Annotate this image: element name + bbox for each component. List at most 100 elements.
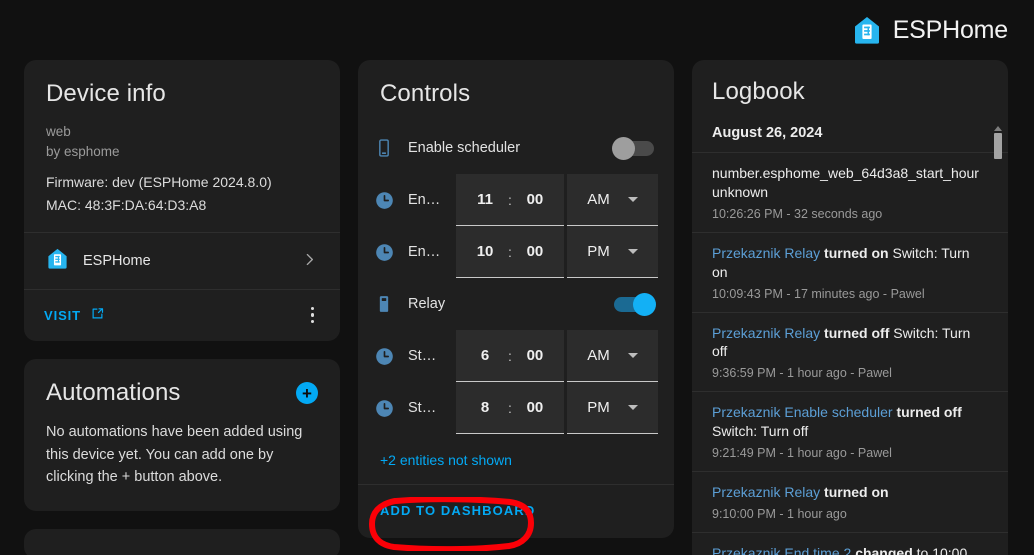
device-info-actions: VISIT xyxy=(24,290,340,342)
time-separator: : xyxy=(508,399,512,416)
clock-icon xyxy=(374,346,408,367)
dashboard-columns: Device info web by esphome Firmware: dev… xyxy=(0,60,1034,555)
time-input-group: 10 : 00 PM xyxy=(456,226,658,278)
time-input-group: 6 : 00 AM xyxy=(456,330,658,382)
logbook-entry[interactable]: Przekaznik Relay turned off Switch: Turn… xyxy=(692,311,1008,392)
controls-title: Controls xyxy=(380,80,471,107)
logbook-entity: Przekaznik Relay xyxy=(712,484,821,501)
logbook-state: unknown xyxy=(712,183,769,200)
visit-label: VISIT xyxy=(44,307,82,323)
meridiem-select[interactable]: PM xyxy=(567,382,658,434)
logbook-action: turned off xyxy=(896,404,962,421)
external-link-icon xyxy=(90,306,105,324)
toggle-knob xyxy=(633,292,656,316)
esphome-house-logo-icon xyxy=(852,15,882,45)
logbook-entry[interactable]: number.esphome_web_64d3a8_start_hour unk… xyxy=(692,152,1008,232)
logbook-action: turned on xyxy=(824,244,889,261)
chevron-down-icon xyxy=(627,249,638,254)
brand-name: ESPHome xyxy=(892,15,1009,44)
hour-value: 10 xyxy=(476,243,494,260)
enable-scheduler-toggle[interactable] xyxy=(612,136,654,160)
logbook-entry-meta: 10:09:43 PM - 17 minutes ago - Pawel xyxy=(712,286,925,301)
relay-toggle[interactable] xyxy=(614,292,656,316)
logbook-entity: Przekaznik Enable scheduler xyxy=(712,404,893,421)
control-row-start-time-1: St… 6 : 00 AM xyxy=(358,330,674,382)
logbook-entity: Przekaznik End time 2 xyxy=(712,545,852,555)
control-label: Relay xyxy=(408,296,446,312)
column-left: Device info web by esphome Firmware: dev… xyxy=(24,60,340,555)
logbook-entry-meta: 9:10:00 PM - 1 hour ago xyxy=(712,507,847,522)
device-firmware: Firmware: dev (ESPHome 2024.8.0) xyxy=(46,174,272,191)
logbook-scrollbar[interactable] xyxy=(992,126,1003,555)
integration-name: ESPHome xyxy=(83,252,151,269)
page-header: ESPHome xyxy=(0,0,1034,60)
device-name: web xyxy=(46,124,71,139)
entities-not-shown-link[interactable]: +2 entities not shown xyxy=(358,434,674,484)
logbook-action: turned on xyxy=(824,484,889,501)
hour-value: 11 xyxy=(477,191,493,208)
device-info-title: Device info xyxy=(46,80,166,107)
tablet-outline-icon xyxy=(374,138,408,158)
logbook-entry-message: Przekaznik Enable scheduler turned off S… xyxy=(712,403,982,441)
logbook-entry-meta: 9:21:49 PM - 1 hour ago - Pawel xyxy=(712,446,892,461)
clock-icon xyxy=(374,242,408,263)
minute-value: 00 xyxy=(526,347,544,364)
logbook-state: to 10:00 xyxy=(912,545,968,555)
add-to-dashboard-button[interactable]: ADD TO DASHBOARD xyxy=(380,503,535,518)
toggle-knob xyxy=(612,136,635,160)
logbook-entity: number.esphome_web_64d3a8_start_hour xyxy=(712,165,979,181)
control-label: En… xyxy=(408,192,441,208)
visit-button[interactable]: VISIT xyxy=(44,306,105,324)
integration-row-esphome[interactable]: ESPHome xyxy=(24,231,340,290)
hour-value: 6 xyxy=(480,347,490,364)
logbook-entry[interactable]: Przekaznik Enable scheduler turned off S… xyxy=(692,391,1008,471)
automations-header: Automations + xyxy=(24,359,340,407)
logbook-entity: Przekaznik Relay xyxy=(712,244,821,261)
column-right: Logbook August 26, 2024 number.esphome_w… xyxy=(692,60,1008,555)
minute-value: 00 xyxy=(526,191,544,208)
time-input-group: 11 : 00 AM xyxy=(456,174,658,226)
logbook-entry-message: Przekaznik Relay turned off Switch: Turn… xyxy=(712,324,982,362)
controls-card-actions: ADD TO DASHBOARD xyxy=(358,484,674,538)
control-label: Enable scheduler xyxy=(408,140,521,156)
logbook-entry-message: Przekaznik Relay turned on xyxy=(712,483,982,502)
meridiem-select[interactable]: PM xyxy=(567,226,658,278)
control-label: St… xyxy=(408,348,437,364)
clock-icon xyxy=(374,190,408,211)
kebab-dot xyxy=(310,319,314,324)
scroll-up-arrow-icon[interactable] xyxy=(993,126,1002,131)
device-info-card: Device info web by esphome Firmware: dev… xyxy=(24,60,340,342)
time-input[interactable]: 10 : 00 xyxy=(456,226,564,278)
logbook-entry[interactable]: Przekaznik Relay turned on Switch: Turn … xyxy=(692,231,1008,312)
chevron-down-icon xyxy=(627,405,638,410)
meridiem-value: AM xyxy=(587,191,610,208)
logbook-entry[interactable]: Przekaznik Relay turned on 9:10:00 PM - … xyxy=(692,471,1008,532)
chevron-right-icon xyxy=(301,251,318,271)
logbook-entry[interactable]: Przekaznik End time 2 changed to 10:00 xyxy=(692,532,1008,555)
time-input-group: 8 : 00 PM xyxy=(456,382,658,434)
automations-title: Automations xyxy=(46,379,181,407)
time-input[interactable]: 8 : 00 xyxy=(456,382,564,434)
chevron-down-icon xyxy=(627,197,638,202)
time-input[interactable]: 11 : 00 xyxy=(456,174,564,226)
plus-circle-icon[interactable]: + xyxy=(296,382,318,405)
device-mac: MAC: 48:3F:DA:64:D3:A8 xyxy=(46,196,207,213)
meridiem-select[interactable]: AM xyxy=(567,174,658,226)
time-input[interactable]: 6 : 00 xyxy=(456,330,564,382)
logbook-entries: number.esphome_web_64d3a8_start_hour unk… xyxy=(692,152,1008,555)
logbook-title: Logbook xyxy=(712,78,805,105)
control-label: St… xyxy=(408,400,437,416)
control-label: En… xyxy=(408,244,441,260)
esphome-brand: ESPHome xyxy=(852,15,1008,45)
hour-value: 8 xyxy=(480,399,490,416)
meridiem-value: AM xyxy=(587,347,610,364)
meridiem-value: PM xyxy=(587,399,610,416)
clock-icon xyxy=(374,398,408,419)
logbook-card: Logbook August 26, 2024 number.esphome_w… xyxy=(692,60,1008,555)
logbook-entry-message: number.esphome_web_64d3a8_start_hour unk… xyxy=(712,164,982,202)
meridiem-select[interactable]: AM xyxy=(567,330,658,382)
scrollbar-thumb[interactable] xyxy=(993,133,1002,159)
logbook-entry-meta: 10:26:26 PM - 32 seconds ago xyxy=(712,206,883,221)
kebab-dot xyxy=(310,306,314,311)
more-vert-icon[interactable] xyxy=(305,303,321,328)
